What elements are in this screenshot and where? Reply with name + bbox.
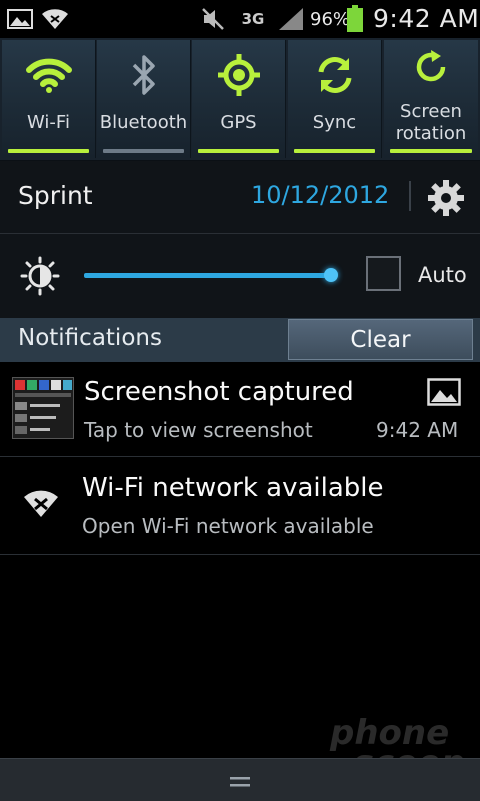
notification-title: Wi-Fi network available [82,473,384,503]
notifications-header: Notifications Clear [0,318,480,362]
notification-subtitle: Tap to view screenshot [84,418,313,442]
carrier-name: Sprint [18,181,93,210]
notification-item-wifi[interactable]: Wi-Fi network available Open Wi-Fi netwo… [0,457,480,555]
notifications-title: Notifications [18,325,162,351]
toggle-wifi[interactable]: Wi-Fi [2,40,96,158]
screenshot-thumbnail [12,377,74,439]
divider [409,181,411,211]
notification-subtitle: Open Wi-Fi network available [82,514,374,538]
battery-icon [344,0,366,38]
gps-icon [192,50,285,100]
toggle-label: Sync [312,112,357,133]
toggle-label: Screen rotation [384,101,478,145]
picture-icon [6,0,34,38]
toggle-state-bar [294,149,375,153]
mute-icon [198,0,228,38]
toggle-label-line1: Screen [400,101,462,122]
notification-time: 9:42 AM [376,418,459,442]
rotation-icon [384,46,478,88]
toggle-gps[interactable]: GPS [192,40,286,158]
auto-brightness-label: Auto [418,263,467,287]
auto-brightness-checkbox[interactable] [366,256,401,291]
toggle-bluetooth[interactable]: Bluetooth [97,40,191,158]
brightness-icon [20,256,60,296]
toggle-label-line2: rotation [395,123,467,144]
settings-button[interactable] [425,177,467,219]
handle-icon [230,773,250,787]
notification-title: Screenshot captured [84,377,354,407]
wifi-icon [40,0,70,38]
notification-item-screenshot[interactable]: Screenshot captured Tap to view screensh… [0,362,480,457]
picture-icon [427,378,461,410]
panel-drag-handle[interactable] [0,758,480,801]
toggle-label: Bluetooth [99,112,188,133]
toggle-state-bar [8,149,89,153]
sync-icon [288,50,381,100]
toggle-label: GPS [220,112,257,133]
wifi-icon [2,50,95,100]
toggle-state-bar [390,149,472,153]
toggle-sync[interactable]: Sync [288,40,382,158]
brightness-row: Auto [0,234,480,318]
gear-icon [428,180,464,216]
quick-settings-toggles: Wi-Fi Bluetooth GPS Sync Screen rotation [0,38,480,161]
signal-icon [276,0,306,38]
brightness-slider-thumb[interactable] [324,268,338,282]
brightness-slider-track[interactable] [84,273,331,278]
toggle-label: Wi-Fi [27,112,70,133]
wifi-icon [22,489,60,523]
bluetooth-icon [97,50,190,100]
carrier-date-row: Sprint 10/12/2012 [0,161,480,234]
toggle-state-bar [198,149,279,153]
toggle-screen-rotation[interactable]: Screen rotation [384,40,478,158]
status-bar: 3G 96% 9:42 AM [0,0,480,38]
network-type: 3G [241,10,265,28]
date-display[interactable]: 10/12/2012 [251,181,389,209]
clear-button[interactable]: Clear [288,319,473,360]
status-clock: 9:42 AM [373,4,480,33]
toggle-state-bar [103,149,184,153]
